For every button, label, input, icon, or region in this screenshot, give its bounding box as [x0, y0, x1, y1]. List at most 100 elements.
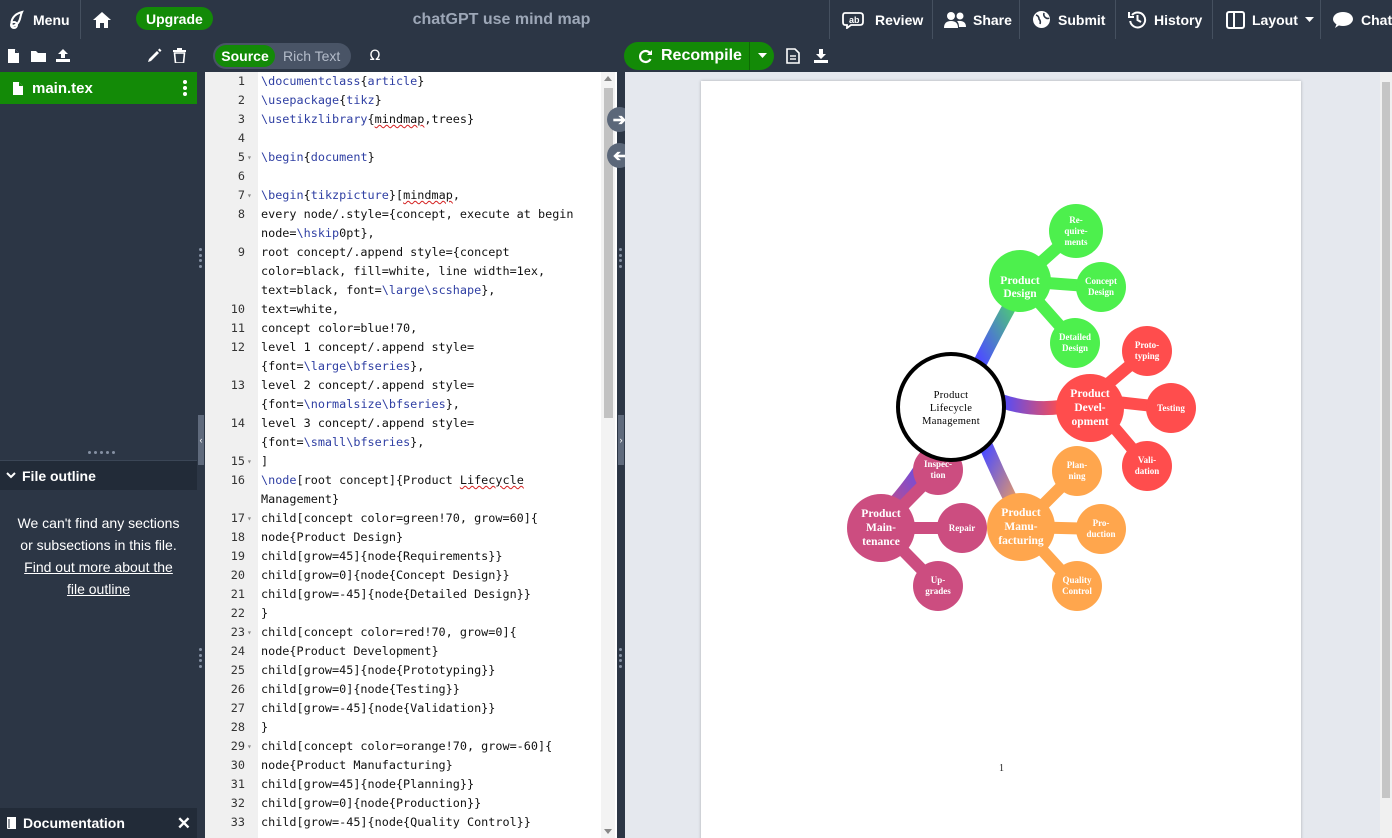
mindmap-branch-design: Product Design Re-quire-ments Concept Desi… [989, 204, 1126, 368]
fold-toggle-icon[interactable]: ▾ [247, 509, 252, 528]
code-line[interactable]: 30 node{Product Manufacturing} [205, 756, 605, 775]
code-text: text=white, [261, 302, 340, 316]
code-line[interactable]: 13 level 2 concept/.append style= [205, 376, 605, 395]
code-line[interactable]: {font=\small\bfseries}, [205, 433, 605, 452]
code-line[interactable]: 17 child[concept color=green!70, grow=60]… [205, 509, 605, 528]
upload-icon[interactable] [55, 48, 71, 63]
editor-scrollbar[interactable] [601, 72, 615, 838]
code-line[interactable]: node=\hskip0pt}, [205, 224, 605, 243]
divider [1212, 0, 1213, 39]
code-line[interactable]: 11 concept color=blue!70, [205, 319, 605, 338]
outline-help-link[interactable]: Find out more about the file outline [14, 556, 183, 600]
scroll-up-icon[interactable] [604, 75, 612, 81]
panel-resize-handle[interactable] [88, 451, 115, 454]
code-line[interactable]: 33 child[grow=-45]{node{Quality Control}} [205, 813, 605, 832]
code-line[interactable]: 18 node{Product Design} [205, 528, 605, 547]
file-menu-kebab-icon[interactable] [183, 80, 187, 96]
code-text: child[grow=45]{node{Planning}} [261, 777, 475, 791]
code-line[interactable]: 22} [205, 604, 605, 623]
history-button[interactable]: History [1128, 0, 1202, 39]
collapse-preview-handle[interactable]: › [618, 415, 624, 465]
code-line[interactable]: color=black, fill=white, line width=1ex, [205, 262, 605, 281]
editor-preview-splitter[interactable]: › [617, 72, 625, 838]
code-line[interactable]: 16 \node[root concept]{Product Lifecycle [205, 471, 605, 490]
rich-text-mode-button[interactable]: Rich Text [283, 45, 340, 67]
submit-button[interactable]: Submit [1032, 0, 1105, 39]
recompile-options-button[interactable] [750, 53, 774, 59]
code-line[interactable]: 32 child[grow=0]{node{Production}} [205, 794, 605, 813]
new-folder-icon[interactable] [30, 49, 47, 63]
scroll-down-icon[interactable] [604, 829, 612, 835]
code-line[interactable]: 12 level 1 concept/.append style= [205, 338, 605, 357]
code-line[interactable]: 26 child[grow=0]{node{Testing}} [205, 680, 605, 699]
symbol-palette-omega-icon[interactable]: Ω [368, 48, 382, 62]
code-line[interactable]: text=black, font=\large\scshape}, [205, 281, 605, 300]
close-icon[interactable]: ✕ [177, 814, 191, 834]
code-text: node{Product Design} [261, 530, 404, 544]
line-number: 21 [230, 587, 245, 601]
code-line[interactable]: {font=\normalsize\bfseries}, [205, 395, 605, 414]
preview-scrollbar[interactable] [1380, 72, 1392, 838]
code-line[interactable]: 28} [205, 718, 605, 737]
code-line[interactable]: 19 child[grow=45]{node{Requirements}} [205, 547, 605, 566]
fold-toggle-icon[interactable]: ▾ [247, 186, 252, 205]
code-line[interactable]: Management} [205, 490, 605, 509]
code-line[interactable]: 8 every node/.style={concept, execute at … [205, 205, 605, 224]
code-line[interactable]: 14 level 3 concept/.append style= [205, 414, 605, 433]
code-line[interactable]: 29 child[concept color=orange!70, grow=-6… [205, 737, 605, 756]
documentation-bar[interactable]: Documentation ✕ [0, 808, 197, 838]
code-line[interactable]: 10 text=white, [205, 300, 605, 319]
fold-toggle-icon[interactable]: ▾ [247, 737, 252, 756]
code-line[interactable]: 9 root concept/.append style={concept [205, 243, 605, 262]
code-line[interactable]: 25 child[grow=45]{node{Prototyping}} [205, 661, 605, 680]
code-line[interactable]: 15] ▾ [205, 452, 605, 471]
users-icon [944, 11, 966, 28]
code-line[interactable]: 23 child[concept color=red!70, grow=0]{▾ [205, 623, 605, 642]
download-pdf-icon[interactable] [813, 48, 829, 63]
file-tree-item-main-tex[interactable]: main.tex [0, 72, 197, 104]
editor-scrollbar-thumb[interactable] [604, 88, 613, 418]
collapse-sidebar-handle[interactable]: ‹ [198, 415, 204, 465]
project-title-text: chatGPT use mind map [412, 10, 591, 28]
line-number: 22 [230, 606, 245, 620]
code-line[interactable]: 1 \documentclass{article} [205, 72, 605, 91]
fold-toggle-icon[interactable]: ▾ [247, 452, 252, 471]
rename-pencil-icon[interactable] [147, 48, 162, 63]
layout-button[interactable]: Layout [1226, 0, 1314, 39]
code-line[interactable]: 24 node{Product Development} [205, 642, 605, 661]
sidebar-splitter[interactable]: ‹ [197, 72, 205, 838]
trash-icon[interactable] [173, 48, 186, 63]
code-line[interactable]: 3 \usetikzlibrary{mindmap,trees} [205, 110, 605, 129]
outline-empty-message: We can't find any sections or subsection… [17, 515, 180, 553]
fold-toggle-icon[interactable]: ▾ [247, 148, 252, 167]
line-number: 17 [230, 511, 245, 525]
share-button[interactable]: Share [944, 0, 1012, 39]
review-button[interactable]: ab Review [842, 0, 923, 39]
code-line[interactable]: 4 [205, 129, 605, 148]
code-line[interactable]: 20 child[grow=0]{node{Concept Design}} [205, 566, 605, 585]
code-line[interactable]: 2 \usepackage{tikz} [205, 91, 605, 110]
code-line[interactable]: 27 child[grow=-45]{node{Validation}} [205, 699, 605, 718]
code-line[interactable]: 21 child[grow=-45]{node{Detailed Design}} [205, 585, 605, 604]
preview-scrollbar-thumb[interactable] [1382, 82, 1390, 798]
code-text: child[concept color=red!70, grow=0]{ [261, 625, 517, 639]
chat-button[interactable]: Chat [1332, 0, 1392, 39]
code-text: node{Product Development} [261, 644, 439, 658]
code-text: Management} [261, 492, 340, 506]
code-text: child[grow=0]{node{Production}} [261, 796, 482, 810]
svg-text:Vali-dation: Vali-dation [1135, 455, 1160, 476]
code-line[interactable]: 31 child[grow=45]{node{Planning}} [205, 775, 605, 794]
code-line[interactable]: 7 \begin{tikzpicture}[mindmap, ▾ [205, 186, 605, 205]
file-outline-header[interactable]: File outline [0, 460, 197, 490]
new-file-icon[interactable] [7, 48, 20, 64]
fold-toggle-icon[interactable]: ▾ [247, 623, 252, 642]
code-line[interactable]: 5 \begin{document} ▾ [205, 148, 605, 167]
source-mode-button[interactable]: Source [215, 45, 275, 67]
pdf-logs-icon[interactable] [786, 48, 800, 64]
recompile-button[interactable]: Recompile [624, 42, 750, 70]
code-line[interactable]: 6 [205, 167, 605, 186]
pdf-preview[interactable]: Product Design Re-quire-ments Concept Desi… [625, 72, 1392, 838]
recompile-label: Recompile [661, 47, 742, 64]
code-editor[interactable]: 1 \documentclass{article} 2 \usepackage{tik… [205, 72, 617, 838]
code-line[interactable]: {font=\large\bfseries}, [205, 357, 605, 376]
